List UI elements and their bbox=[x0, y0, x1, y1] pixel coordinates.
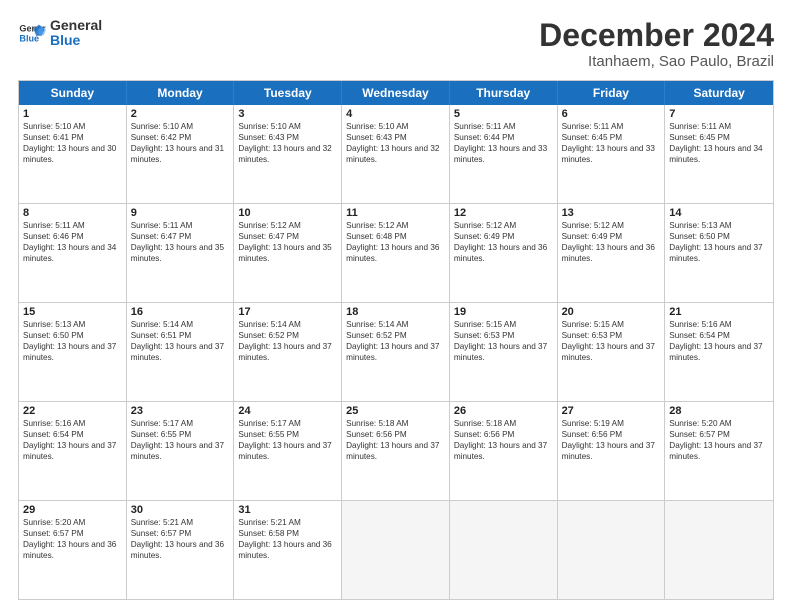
page-header: General Blue General Blue December 2024 … bbox=[18, 18, 774, 70]
day-7: 7 Sunrise: 5:11 AM Sunset: 6:45 PM Dayli… bbox=[665, 105, 773, 203]
logo: General Blue General Blue bbox=[18, 18, 102, 49]
day-8: 8 Sunrise: 5:11 AM Sunset: 6:46 PM Dayli… bbox=[19, 204, 127, 302]
day-empty-3 bbox=[558, 501, 666, 599]
day-21: 21 Sunrise: 5:16 AM Sunset: 6:54 PM Dayl… bbox=[665, 303, 773, 401]
week-row-1: 1 Sunrise: 5:10 AM Sunset: 6:41 PM Dayli… bbox=[19, 105, 773, 204]
day-23: 23 Sunrise: 5:17 AM Sunset: 6:55 PM Dayl… bbox=[127, 402, 235, 500]
header-monday: Monday bbox=[127, 81, 235, 105]
day-1: 1 Sunrise: 5:10 AM Sunset: 6:41 PM Dayli… bbox=[19, 105, 127, 203]
week-row-4: 22 Sunrise: 5:16 AM Sunset: 6:54 PM Dayl… bbox=[19, 402, 773, 501]
day-25: 25 Sunrise: 5:18 AM Sunset: 6:56 PM Dayl… bbox=[342, 402, 450, 500]
day-24: 24 Sunrise: 5:17 AM Sunset: 6:55 PM Dayl… bbox=[234, 402, 342, 500]
day-22: 22 Sunrise: 5:16 AM Sunset: 6:54 PM Dayl… bbox=[19, 402, 127, 500]
week-row-2: 8 Sunrise: 5:11 AM Sunset: 6:46 PM Dayli… bbox=[19, 204, 773, 303]
day-12: 12 Sunrise: 5:12 AM Sunset: 6:49 PM Dayl… bbox=[450, 204, 558, 302]
day-empty-1 bbox=[342, 501, 450, 599]
day-5: 5 Sunrise: 5:11 AM Sunset: 6:44 PM Dayli… bbox=[450, 105, 558, 203]
day-3: 3 Sunrise: 5:10 AM Sunset: 6:43 PM Dayli… bbox=[234, 105, 342, 203]
day-29: 29 Sunrise: 5:20 AM Sunset: 6:57 PM Dayl… bbox=[19, 501, 127, 599]
day-26: 26 Sunrise: 5:18 AM Sunset: 6:56 PM Dayl… bbox=[450, 402, 558, 500]
calendar-title: December 2024 bbox=[539, 18, 774, 53]
day-6: 6 Sunrise: 5:11 AM Sunset: 6:45 PM Dayli… bbox=[558, 105, 666, 203]
header-sunday: Sunday bbox=[19, 81, 127, 105]
day-28: 28 Sunrise: 5:20 AM Sunset: 6:57 PM Dayl… bbox=[665, 402, 773, 500]
header-tuesday: Tuesday bbox=[234, 81, 342, 105]
calendar-header: Sunday Monday Tuesday Wednesday Thursday… bbox=[19, 81, 773, 105]
day-9: 9 Sunrise: 5:11 AM Sunset: 6:47 PM Dayli… bbox=[127, 204, 235, 302]
day-14: 14 Sunrise: 5:13 AM Sunset: 6:50 PM Dayl… bbox=[665, 204, 773, 302]
day-27: 27 Sunrise: 5:19 AM Sunset: 6:56 PM Dayl… bbox=[558, 402, 666, 500]
day-19: 19 Sunrise: 5:15 AM Sunset: 6:53 PM Dayl… bbox=[450, 303, 558, 401]
day-18: 18 Sunrise: 5:14 AM Sunset: 6:52 PM Dayl… bbox=[342, 303, 450, 401]
day-16: 16 Sunrise: 5:14 AM Sunset: 6:51 PM Dayl… bbox=[127, 303, 235, 401]
calendar-subtitle: Itanhaem, Sao Paulo, Brazil bbox=[539, 53, 774, 70]
day-4: 4 Sunrise: 5:10 AM Sunset: 6:43 PM Dayli… bbox=[342, 105, 450, 203]
header-thursday: Thursday bbox=[450, 81, 558, 105]
day-13: 13 Sunrise: 5:12 AM Sunset: 6:49 PM Dayl… bbox=[558, 204, 666, 302]
logo-text-general: General bbox=[50, 18, 102, 33]
header-saturday: Saturday bbox=[665, 81, 773, 105]
logo-text-blue: Blue bbox=[50, 33, 102, 48]
title-block: December 2024 Itanhaem, Sao Paulo, Brazi… bbox=[539, 18, 774, 70]
week-row-3: 15 Sunrise: 5:13 AM Sunset: 6:50 PM Dayl… bbox=[19, 303, 773, 402]
day-10: 10 Sunrise: 5:12 AM Sunset: 6:47 PM Dayl… bbox=[234, 204, 342, 302]
day-empty-2 bbox=[450, 501, 558, 599]
calendar-page: General Blue General Blue December 2024 … bbox=[0, 0, 792, 612]
calendar-grid: Sunday Monday Tuesday Wednesday Thursday… bbox=[18, 80, 774, 600]
day-11: 11 Sunrise: 5:12 AM Sunset: 6:48 PM Dayl… bbox=[342, 204, 450, 302]
day-30: 30 Sunrise: 5:21 AM Sunset: 6:57 PM Dayl… bbox=[127, 501, 235, 599]
day-15: 15 Sunrise: 5:13 AM Sunset: 6:50 PM Dayl… bbox=[19, 303, 127, 401]
week-row-5: 29 Sunrise: 5:20 AM Sunset: 6:57 PM Dayl… bbox=[19, 501, 773, 599]
header-wednesday: Wednesday bbox=[342, 81, 450, 105]
day-20: 20 Sunrise: 5:15 AM Sunset: 6:53 PM Dayl… bbox=[558, 303, 666, 401]
day-17: 17 Sunrise: 5:14 AM Sunset: 6:52 PM Dayl… bbox=[234, 303, 342, 401]
logo-icon: General Blue bbox=[18, 19, 46, 47]
header-friday: Friday bbox=[558, 81, 666, 105]
calendar-body: 1 Sunrise: 5:10 AM Sunset: 6:41 PM Dayli… bbox=[19, 105, 773, 599]
day-empty-4 bbox=[665, 501, 773, 599]
day-2: 2 Sunrise: 5:10 AM Sunset: 6:42 PM Dayli… bbox=[127, 105, 235, 203]
day-31: 31 Sunrise: 5:21 AM Sunset: 6:58 PM Dayl… bbox=[234, 501, 342, 599]
